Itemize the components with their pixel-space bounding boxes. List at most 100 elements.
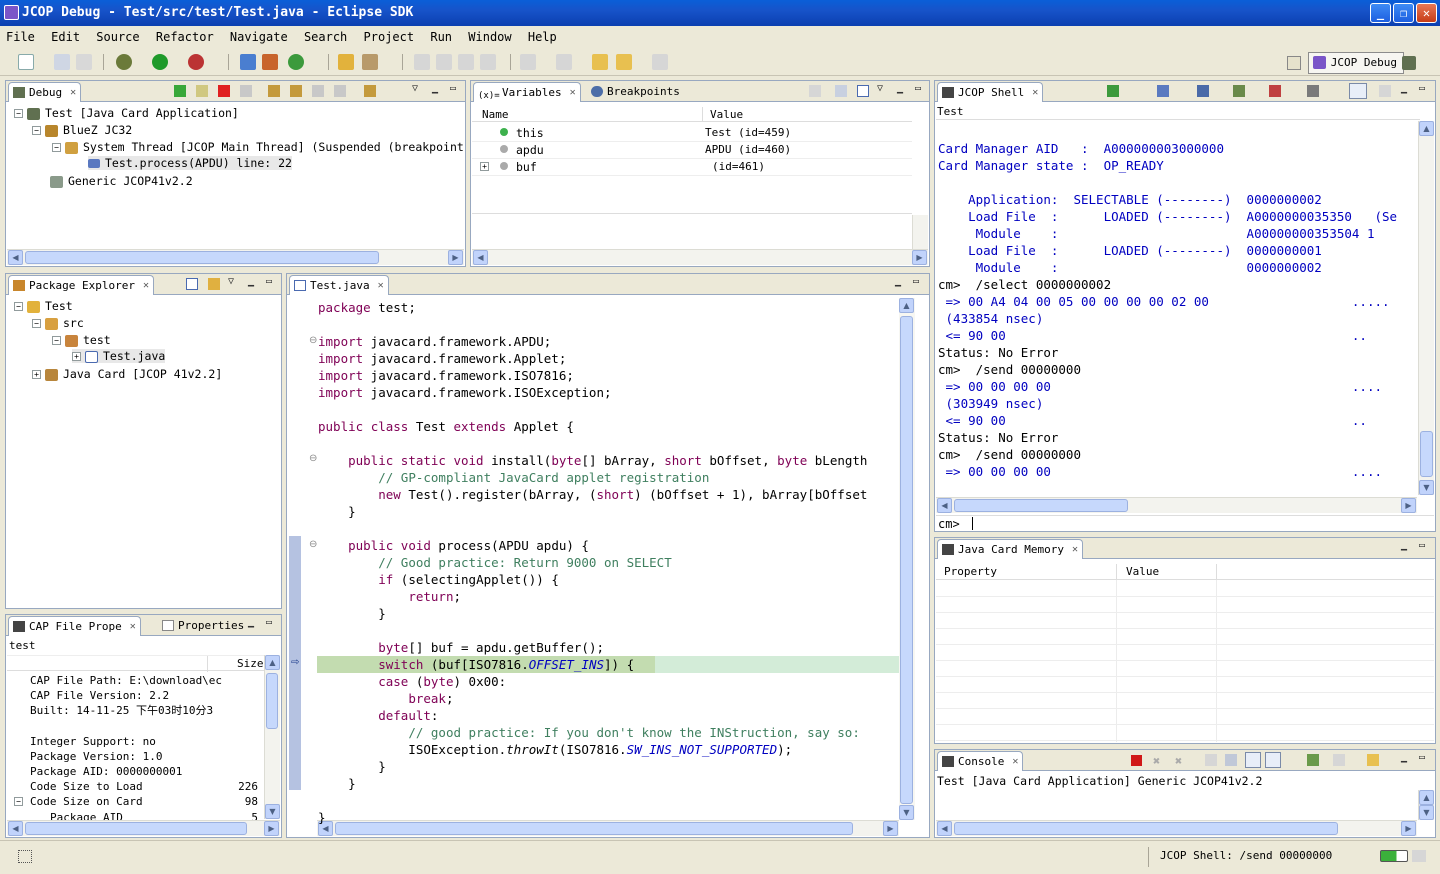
scroll-right-button[interactable]: ▶: [883, 821, 898, 836]
minimize-view-icon[interactable]: ▁: [1401, 540, 1407, 551]
open-perspective-icon[interactable]: [1287, 56, 1301, 70]
variable-row[interactable]: + buf (id=461): [472, 159, 912, 176]
close-icon[interactable]: ✕: [70, 83, 76, 102]
tab-debug[interactable]: Debug ✕: [8, 82, 82, 102]
menu-file[interactable]: File: [6, 30, 35, 44]
horizontal-scrollbar[interactable]: ◀ ▶: [936, 497, 1417, 513]
minimize-view-icon[interactable]: ▁: [895, 276, 901, 287]
menu-edit[interactable]: Edit: [51, 30, 80, 44]
new-icon[interactable]: [18, 54, 34, 70]
minimize-view-icon[interactable]: ▁: [248, 617, 254, 628]
scroll-down-button[interactable]: ▼: [899, 805, 914, 820]
forward-icon[interactable]: [652, 54, 668, 70]
code-line[interactable]: }: [318, 606, 386, 621]
menu-help[interactable]: Help: [528, 30, 557, 44]
scroll-thumb[interactable]: [954, 499, 1128, 512]
resume-icon[interactable]: [174, 85, 186, 97]
clear-icon[interactable]: [1379, 85, 1391, 97]
perspective-switcher[interactable]: JCOP Debug: [1307, 52, 1404, 74]
maximize-view-icon[interactable]: ▭: [266, 617, 272, 628]
code-line[interactable]: new Test().register(bArray, (short) (bOf…: [318, 487, 867, 502]
column-property[interactable]: Property: [944, 565, 997, 578]
close-icon[interactable]: ✕: [570, 83, 576, 102]
code-line[interactable]: // GP-compliant JavaCard applet registra…: [318, 470, 709, 485]
code-line[interactable]: if (selectingApplet()) {: [318, 572, 559, 587]
menu-source[interactable]: Source: [96, 30, 139, 44]
horizontal-scrollbar[interactable]: ◀ ▶: [7, 820, 280, 836]
vertical-scrollbar[interactable]: ▲ ▼: [264, 655, 280, 819]
scroll-down-button[interactable]: ▼: [1419, 805, 1434, 820]
maximize-view-icon[interactable]: ▭: [1419, 83, 1425, 94]
code-line[interactable]: // good practice: If you don't know the …: [318, 725, 860, 740]
variable-row[interactable]: apdu APDU (id=460): [472, 142, 912, 159]
minimize-view-icon[interactable]: ▁: [1401, 83, 1407, 94]
scroll-lock-icon[interactable]: [1349, 83, 1367, 99]
column-value[interactable]: Value: [710, 108, 743, 121]
maximize-view-icon[interactable]: ▭: [915, 83, 921, 94]
scroll-thumb[interactable]: [25, 822, 247, 835]
shell-command-input[interactable]: cm>: [936, 515, 1434, 531]
last-edit-icon[interactable]: [592, 54, 608, 70]
tree-item-selected[interactable]: + Test.java: [72, 349, 166, 363]
column-value[interactable]: Value: [1126, 565, 1159, 578]
cap-row[interactable]: Code Size to Load 226: [10, 779, 262, 794]
tab-breakpoints[interactable]: Breakpoints: [587, 82, 698, 102]
minimize-view-icon[interactable]: ▁: [432, 83, 438, 94]
close-icon[interactable]: ✕: [1072, 540, 1078, 559]
column-name[interactable]: Name: [482, 108, 509, 121]
scroll-thumb[interactable]: [335, 822, 853, 835]
horizontal-scrollbar[interactable]: ◀ ▶: [7, 249, 464, 265]
tree-item[interactable]: + Java Card [JCOP 41v2.2]: [32, 367, 222, 381]
open-console-icon[interactable]: [1367, 754, 1379, 766]
scroll-thumb[interactable]: [25, 251, 379, 264]
tab-jcop-shell[interactable]: JCOP Shell ✕: [937, 82, 1044, 102]
drop-to-frame-icon[interactable]: [334, 85, 346, 97]
collapse-all-icon[interactable]: [857, 85, 869, 97]
scroll-up-button[interactable]: ▲: [1419, 790, 1434, 805]
mark-icon[interactable]: [436, 54, 452, 70]
debug-icon[interactable]: [116, 54, 132, 70]
view-menu-icon[interactable]: ▽: [877, 83, 883, 94]
code-line[interactable]: }: [318, 504, 356, 519]
tree-item-selected[interactable]: Test.process(APDU) line: 22: [88, 156, 292, 170]
code-line[interactable]: import javacard.framework.APDU;: [318, 334, 551, 349]
code-line[interactable]: public void process(APDU apdu) {: [318, 538, 589, 553]
close-icon[interactable]: ✕: [378, 276, 384, 295]
remove-launch-icon[interactable]: ✖: [1153, 754, 1165, 768]
code-line[interactable]: public class Test extends Applet {: [318, 419, 574, 434]
tree-item[interactable]: − Test: [14, 299, 73, 313]
close-icon[interactable]: ✕: [1012, 752, 1018, 771]
back-icon[interactable]: [616, 54, 632, 70]
scroll-down-button[interactable]: ▼: [265, 804, 280, 819]
show-type-names-icon[interactable]: [809, 85, 821, 97]
suspend-icon[interactable]: [196, 85, 208, 97]
vertical-scrollbar[interactable]: ▲ ▼: [1418, 790, 1434, 820]
scroll-up-button[interactable]: ▲: [899, 298, 914, 313]
tree-item[interactable]: − System Thread [JCOP Main Thread] (Suspe…: [52, 140, 519, 154]
scroll-up-button[interactable]: ▲: [1419, 121, 1434, 136]
close-icon[interactable]: ✕: [130, 617, 136, 636]
fast-view-icon[interactable]: [18, 850, 32, 863]
tree-item[interactable]: − Test [Java Card Application]: [14, 106, 239, 120]
vertical-scrollbar[interactable]: ▲ ▼: [899, 298, 915, 820]
code-line[interactable]: break;: [318, 691, 453, 706]
display-console-icon[interactable]: [1333, 754, 1345, 766]
code-line[interactable]: ISOException.throwIt(ISO7816.SW_INS_NOT_…: [318, 742, 792, 757]
variable-row[interactable]: this Test (id=459): [472, 125, 912, 142]
close-button[interactable]: ✕: [1416, 3, 1437, 23]
cap-row[interactable]: Package AID: 0000000001: [10, 764, 262, 779]
scroll-left-button[interactable]: ◀: [473, 250, 488, 265]
menu-refactor[interactable]: Refactor: [156, 30, 214, 44]
menu-navigate[interactable]: Navigate: [230, 30, 288, 44]
expand-icon[interactable]: +: [480, 162, 489, 171]
minimize-view-icon[interactable]: ▁: [1401, 752, 1407, 763]
code-line[interactable]: }: [318, 810, 326, 825]
maximize-view-icon[interactable]: ▭: [266, 276, 272, 287]
scroll-left-button[interactable]: ◀: [937, 498, 952, 513]
debug-perspective-icon[interactable]: [1402, 56, 1416, 70]
minimize-view-icon[interactable]: ▁: [248, 276, 254, 287]
terminate-icon[interactable]: [218, 85, 230, 97]
tree-item[interactable]: Generic JCOP41v2.2: [50, 174, 193, 188]
tab-cap-file-properties[interactable]: CAP File Prope ✕: [8, 616, 141, 636]
tree-item[interactable]: − BlueZ JC32: [32, 123, 132, 137]
